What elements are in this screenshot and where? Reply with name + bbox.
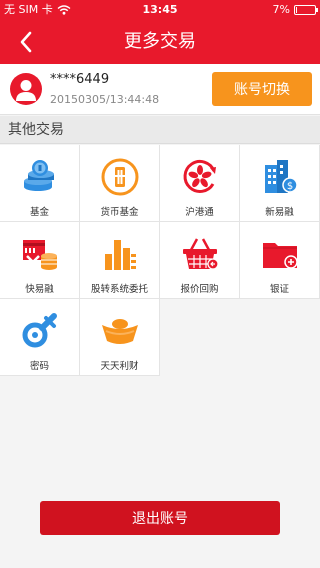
status-bar: 无 SIM 卡 13:45 7% (0, 0, 320, 20)
switch-account-button[interactable]: 账号切换 (212, 72, 312, 106)
grid-item-label: 银证 (269, 284, 289, 295)
grid-empty-cell (240, 299, 320, 376)
back-button[interactable] (8, 24, 44, 60)
grid-item-hk-connect[interactable]: 沪港通 (160, 145, 240, 222)
coin-stack-icon (23, 160, 54, 191)
status-right: 7% (272, 0, 318, 20)
grid-item-password[interactable]: 密码 (0, 299, 80, 376)
battery-level (296, 7, 297, 13)
top-bar: 无 SIM 卡 13:45 7% 更多交易 (0, 0, 320, 64)
account-bar: ****6449 20150305/13:44:48 账号切换 (0, 64, 320, 115)
grid-item-kuaiyirong[interactable]: 快易融 (0, 222, 80, 299)
grid-item-label: 基金 (29, 207, 49, 218)
grid-item-label: 报价回购 (180, 284, 219, 295)
trade-grid: 基金 货币基金 沪港通 $ 新易融 快易融 股转系统委托 报价回购 银证 密码 … (0, 145, 320, 376)
section-title: 其他交易 (0, 116, 320, 144)
grid-item-label: 股转系统委托 (90, 284, 148, 295)
basket-icon (182, 238, 219, 270)
hk-shanghai-connect-icon (183, 159, 216, 193)
grid-item-bank-securities[interactable]: 银证 (240, 222, 320, 299)
grid-item-label: 快易融 (25, 284, 54, 295)
avatar (10, 73, 42, 105)
bar-chart-icon (104, 240, 136, 270)
logout-button[interactable]: 退出账号 (40, 501, 280, 535)
grid-item-label: 沪港通 (185, 207, 214, 218)
grid-item-label: 密码 (29, 361, 49, 372)
money-fund-icon (101, 158, 138, 196)
gold-ingot-icon (101, 319, 138, 344)
grid-item-label: 新易融 (265, 207, 294, 218)
grid-item-tiantianlicai[interactable]: 天天利财 (80, 299, 160, 376)
grid-item-label: 天天利财 (100, 361, 139, 372)
grid-item-label: 货币基金 (100, 207, 139, 218)
page-title: 更多交易 (124, 31, 196, 52)
folder-plus-icon (262, 243, 298, 269)
chevron-left-icon (20, 31, 32, 53)
battery-icon (294, 5, 318, 15)
grid-item-quote-repo[interactable]: 报价回购 (160, 222, 240, 299)
building-dollar-icon: $ (264, 160, 298, 193)
grid-item-money-fund[interactable]: 货币基金 (80, 145, 160, 222)
grid-empty-cell (160, 299, 240, 376)
login-time: 20150305/13:44:48 (50, 93, 160, 106)
grid-item-xinyirong[interactable]: $ 新易融 (240, 145, 320, 222)
user-icon (16, 80, 36, 101)
grid-item-neeq-order[interactable]: 股转系统委托 (80, 222, 160, 299)
grid-item-fund[interactable]: 基金 (0, 145, 80, 222)
battery-percent: 7% (272, 3, 290, 16)
dollar-icon: $ (286, 181, 292, 192)
key-icon (22, 313, 57, 348)
nav-bar: 更多交易 (0, 20, 320, 64)
card-coins-icon (22, 240, 57, 270)
account-number: ****6449 (50, 72, 110, 87)
